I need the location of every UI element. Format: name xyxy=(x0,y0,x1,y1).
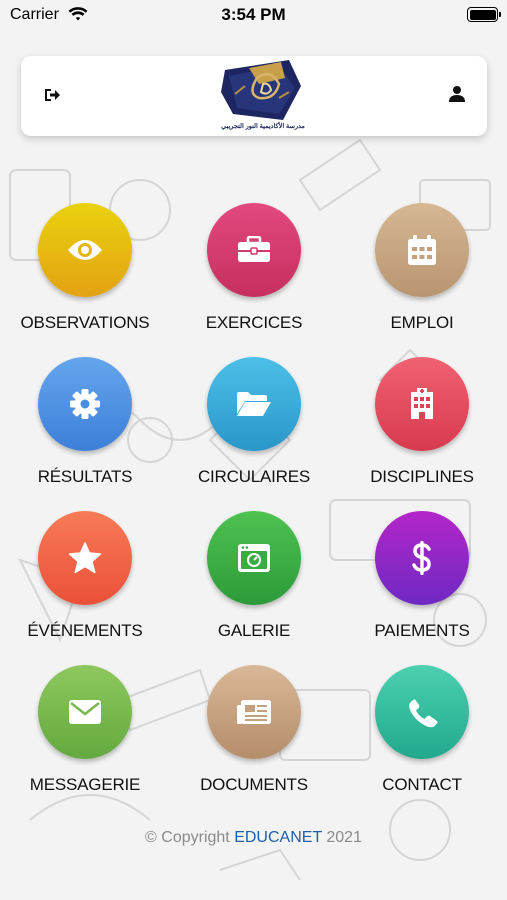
tile-label: OBSERVATIONS xyxy=(20,313,150,332)
copyright-footer: © Copyright EDUCANET 2021 xyxy=(0,829,507,847)
tile-documents[interactable]: DOCUMENTS xyxy=(170,665,338,815)
evenements-button[interactable] xyxy=(38,511,132,605)
tile-emploi[interactable]: EMPLOI xyxy=(338,203,506,353)
tile-label: PAIEMENTS xyxy=(374,621,470,640)
tile-galerie[interactable]: GALERIE xyxy=(170,511,338,661)
brand-link[interactable]: EDUCANET xyxy=(234,829,322,846)
tile-label: RÉSULTATS xyxy=(37,467,133,486)
tile-label: CONTACT xyxy=(382,775,462,794)
tile-label: GALERIE xyxy=(217,621,291,640)
user-icon[interactable] xyxy=(448,85,466,103)
tile-label: CIRCULAIRES xyxy=(197,467,311,486)
tile-label: EMPLOI xyxy=(390,313,454,332)
status-time: 3:54 PM xyxy=(221,5,286,24)
battery-icon xyxy=(467,7,501,22)
messagerie-button[interactable] xyxy=(38,665,132,759)
tile-evenements[interactable]: ÉVÉNEMENTS xyxy=(1,511,169,661)
circulaires-button[interactable] xyxy=(207,357,301,451)
envelope-icon xyxy=(69,700,101,724)
tile-observations[interactable]: OBSERVATIONS xyxy=(1,203,169,353)
dollar-icon xyxy=(412,541,431,575)
header-card: مدرسة الأكاديمية النور التجريبي xyxy=(21,56,487,136)
copyright-prefix: © Copyright xyxy=(145,829,230,846)
paiements-button[interactable] xyxy=(375,511,469,605)
emploi-button[interactable] xyxy=(375,203,469,297)
tile-label: ÉVÉNEMENTS xyxy=(27,621,143,640)
building-icon xyxy=(411,388,433,419)
tile-label: EXERCICES xyxy=(205,313,303,332)
tile-exercices[interactable]: EXERCICES xyxy=(170,203,338,353)
tile-disciplines[interactable]: DISCIPLINES xyxy=(338,357,506,507)
status-bar: Carrier 3:54 PM xyxy=(0,0,507,30)
star-icon xyxy=(68,542,102,574)
exercices-button[interactable] xyxy=(207,203,301,297)
tile-circulaires[interactable]: CIRCULAIRES xyxy=(170,357,338,507)
disciplines-button[interactable] xyxy=(375,357,469,451)
tile-label: MESSAGERIE xyxy=(29,775,141,794)
image-window-icon xyxy=(238,544,270,572)
briefcase-icon xyxy=(238,236,270,262)
resultats-button[interactable] xyxy=(38,357,132,451)
contact-button[interactable] xyxy=(375,665,469,759)
tile-label: DISCIPLINES xyxy=(370,467,474,486)
logo-caption: مدرسة الأكاديمية النور التجريبي xyxy=(221,123,305,130)
tile-resultats[interactable]: RÉSULTATS xyxy=(1,357,169,507)
folder-open-icon xyxy=(237,392,271,416)
logout-icon[interactable] xyxy=(43,86,61,104)
phone-icon xyxy=(409,698,438,728)
document-list-icon xyxy=(237,700,271,724)
tile-contact[interactable]: CONTACT xyxy=(338,665,506,815)
tile-paiements[interactable]: PAIEMENTS xyxy=(338,511,506,661)
copyright-year: 2021 xyxy=(326,829,362,846)
school-logo: مدرسة الأكاديمية النور التجريبي xyxy=(219,58,307,134)
tile-messagerie[interactable]: MESSAGERIE xyxy=(1,665,169,815)
observations-button[interactable] xyxy=(38,203,132,297)
calendar-icon xyxy=(408,235,436,265)
tile-label: DOCUMENTS xyxy=(200,775,308,794)
eye-icon xyxy=(68,240,102,260)
galerie-button[interactable] xyxy=(207,511,301,605)
documents-button[interactable] xyxy=(207,665,301,759)
gear-icon xyxy=(70,389,100,419)
